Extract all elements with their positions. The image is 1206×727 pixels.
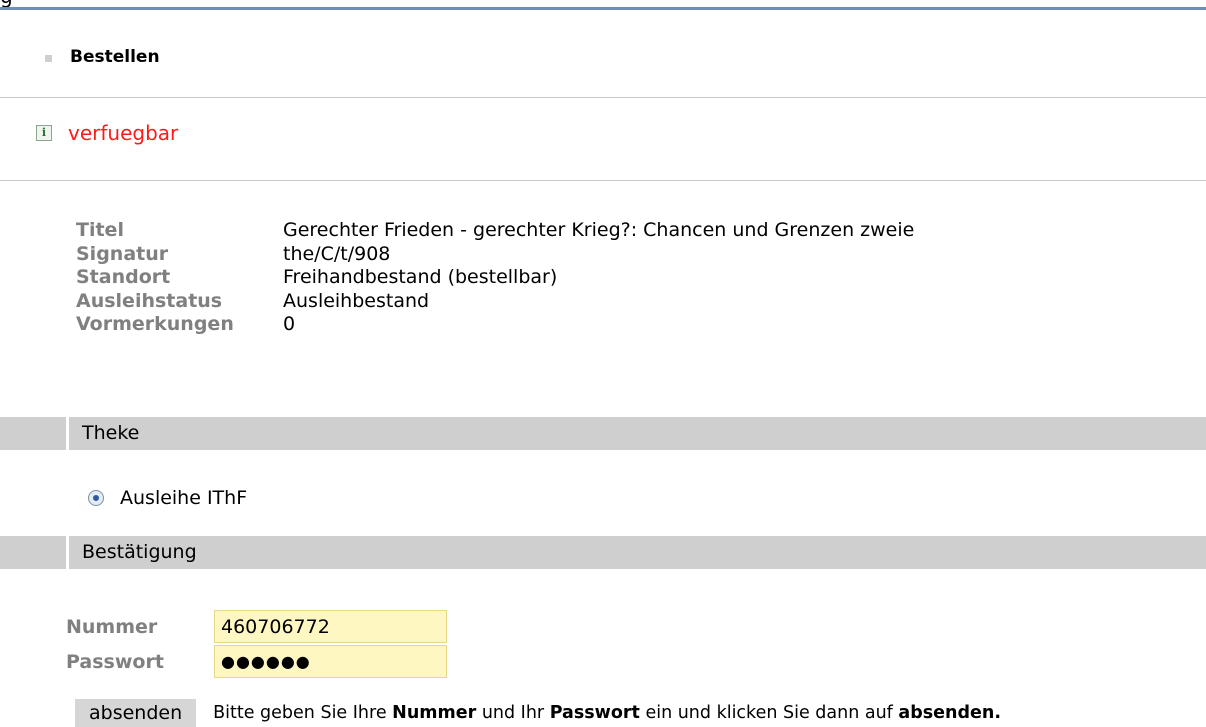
password-input[interactable]: ●●●●●● <box>214 645 447 678</box>
detail-value: the/C/t/908 <box>283 242 391 265</box>
section-title: Theke <box>82 422 140 444</box>
number-row: Nummer <box>66 610 447 643</box>
availability-status: i verfuegbar <box>36 121 178 145</box>
hint-part: und Ihr <box>476 703 550 723</box>
section-bar-gap <box>66 536 69 569</box>
section-counter: Theke <box>0 417 1206 450</box>
section-bar-gap <box>66 417 69 450</box>
hint-bold: absenden. <box>898 703 1001 723</box>
number-input[interactable] <box>214 610 447 643</box>
counter-option[interactable]: Ausleihe IThF <box>88 485 247 511</box>
detail-row-location: Standort Freihandbestand (bestellbar) <box>76 266 914 290</box>
bullet-icon <box>45 55 52 62</box>
hint-bold: Passwort <box>549 703 640 723</box>
password-label: Passwort <box>66 650 164 673</box>
order-label: Bestellen <box>70 47 160 67</box>
radio-button[interactable] <box>88 490 104 506</box>
order-heading: Bestellen <box>45 45 160 69</box>
detail-value: Freihandbestand (bestellbar) <box>283 266 558 288</box>
item-details: Titel Gerechter Frieden - gerechter Krie… <box>76 219 914 337</box>
hint-part: ein und klicken Sie dann auf <box>639 703 899 723</box>
password-mask: ●●●●●● <box>221 652 311 671</box>
cut-off-heading: g <box>0 0 13 6</box>
detail-row-title: Titel Gerechter Frieden - gerechter Krie… <box>76 219 914 243</box>
info-icon[interactable]: i <box>36 125 52 141</box>
detail-key: Signatur <box>76 242 169 265</box>
section-confirmation: Bestätigung <box>0 536 1206 569</box>
submit-button[interactable]: absenden <box>75 699 197 727</box>
submit-row: absenden Bitte geben Sie Ihre Nummer und… <box>75 699 1001 727</box>
top-divider <box>0 7 1206 10</box>
number-label: Nummer <box>66 615 158 638</box>
radio-selected-dot <box>93 495 99 501</box>
divider <box>0 180 1206 181</box>
detail-row-reservations: Vormerkungen 0 <box>76 313 914 337</box>
detail-value: Ausleihbestand <box>283 289 430 312</box>
detail-key: Standort <box>76 266 171 288</box>
detail-key: Titel <box>76 219 124 241</box>
counter-option-label[interactable]: Ausleihe IThF <box>120 487 247 509</box>
detail-row-signature: Signatur the/C/t/908 <box>76 243 914 267</box>
hint-bold: Nummer <box>392 703 477 723</box>
detail-value: 0 <box>283 313 296 335</box>
detail-value: Gerechter Frieden - gerechter Krieg?: Ch… <box>283 219 915 241</box>
detail-key: Vormerkungen <box>76 313 234 335</box>
detail-key: Ausleihstatus <box>76 289 223 312</box>
hint-text: Bitte geben Sie Ihre Nummer und Ihr Pass… <box>213 703 1001 723</box>
section-title: Bestätigung <box>82 541 197 563</box>
password-row: Passwort ●●●●●● <box>66 645 447 678</box>
top-strip: g <box>0 0 1206 10</box>
status-text: verfuegbar <box>68 121 179 145</box>
detail-row-loan-status: Ausleihstatus Ausleihbestand <box>76 290 914 314</box>
hint-part: Bitte geben Sie Ihre <box>213 703 393 723</box>
divider <box>0 97 1206 98</box>
